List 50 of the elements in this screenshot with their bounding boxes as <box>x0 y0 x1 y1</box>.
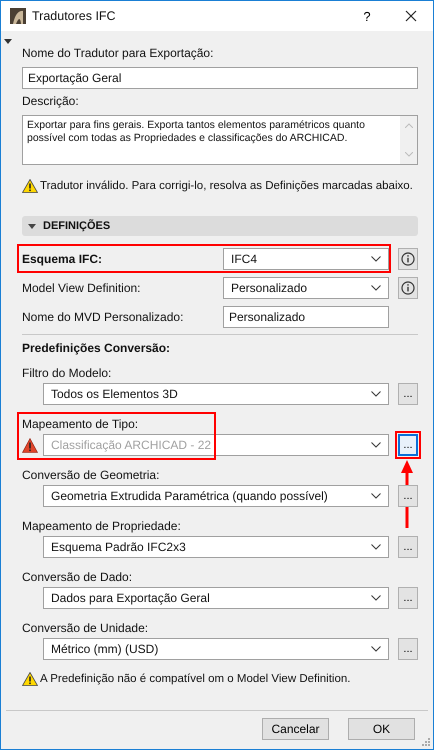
expand-caret-icon <box>28 224 36 228</box>
dropdown[interactable]: Esquema Padrão IFC2x3 <box>43 536 389 558</box>
chevron-icon <box>371 595 381 601</box>
resize-grip-icon[interactable] <box>422 738 430 746</box>
chevron-icon <box>371 256 381 262</box>
chevron-icon <box>371 442 381 448</box>
setting-label: Nome do MVD Personalizado: <box>22 310 184 324</box>
chevron-icon <box>371 544 381 550</box>
dropdown[interactable]: Personalizado <box>223 277 389 299</box>
chevron-icon <box>371 285 381 291</box>
preset-label: Mapeamento de Propriedade: <box>22 518 182 534</box>
help-button[interactable]: ? <box>355 8 379 24</box>
section-header[interactable]: DEFINIÇÕES <box>22 216 418 236</box>
warning-icon <box>22 672 38 686</box>
info-button[interactable] <box>398 248 418 270</box>
mvd-name-field[interactable]: Personalizado <box>223 306 389 328</box>
more-button[interactable]: ... <box>398 638 418 660</box>
dropdown[interactable]: Métrico (mm) (USD) <box>43 638 389 660</box>
chevron-icon <box>371 646 381 652</box>
dialog-button[interactable]: OK <box>348 718 415 740</box>
preset-label: Conversão de Dado: <box>22 569 134 585</box>
section-label: Predefinições Conversão: <box>22 340 172 356</box>
arrow-up-icon <box>401 460 413 528</box>
app-logo-icon <box>10 8 26 24</box>
more-button[interactable]: ... <box>398 587 418 609</box>
dropdown[interactable]: Todos os Elementos 3D <box>43 383 389 405</box>
field-label: Nome do Tradutor para Exportação: <box>22 45 214 61</box>
more-button[interactable]: ... <box>398 485 418 507</box>
more-button[interactable]: ... <box>398 536 418 558</box>
dropdown[interactable]: IFC4 <box>223 248 389 270</box>
preset-label: Filtro do Modelo: <box>22 365 112 381</box>
preset-label: Mapeamento de Tipo: <box>22 416 140 432</box>
window-title: Tradutores IFC <box>32 9 117 23</box>
field-label: Descrição: <box>22 93 80 109</box>
setting-label: Esquema IFC: <box>22 252 104 266</box>
dropdown[interactable]: Dados para Exportação Geral <box>43 587 389 609</box>
info-button[interactable] <box>398 277 418 299</box>
warning-text: A Predefinição não é compatível om o Model View Definition. <box>40 673 350 685</box>
dialog-button[interactable]: Cancelar <box>262 718 329 740</box>
chevron-icon <box>371 391 381 397</box>
preset-label: Conversão de Geometria: <box>22 467 160 483</box>
collapse-caret-icon[interactable] <box>4 39 12 44</box>
warning-text: Tradutor inválido. Para corrigi-lo, resolva as Definições marcadas abaixo. <box>40 180 413 192</box>
setting-label: Model View Definition: <box>22 281 142 295</box>
more-button[interactable]: ... <box>398 383 418 405</box>
dropdown[interactable]: Geometria Extrudida Paramétrica (quando possível) <box>43 485 389 507</box>
name-field[interactable]: Exportação Geral <box>22 67 418 89</box>
preset-label: Conversão de Unidade: <box>22 620 150 636</box>
warning-icon <box>22 179 38 193</box>
chevron-icon <box>371 493 381 499</box>
